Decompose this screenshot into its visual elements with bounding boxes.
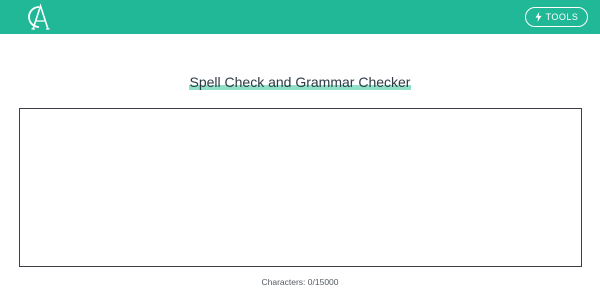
tools-button-label: TOOLS: [545, 12, 579, 22]
top-navigation-bar: TOOLS: [0, 0, 600, 34]
bolt-icon: [535, 12, 542, 22]
page: TOOLS Spell Check and Grammar Checker Ch…: [0, 0, 600, 301]
character-counter: Characters: 0/15000: [261, 277, 339, 287]
ca-monogram-icon: [28, 3, 50, 30]
page-title: Spell Check and Grammar Checker: [188, 73, 412, 91]
tools-button[interactable]: TOOLS: [525, 7, 588, 27]
page-title-text: Spell Check and Grammar Checker: [189, 74, 411, 90]
site-logo[interactable]: [22, 2, 52, 32]
text-input-area[interactable]: [19, 108, 582, 267]
title-container: Spell Check and Grammar Checker: [0, 73, 600, 92]
